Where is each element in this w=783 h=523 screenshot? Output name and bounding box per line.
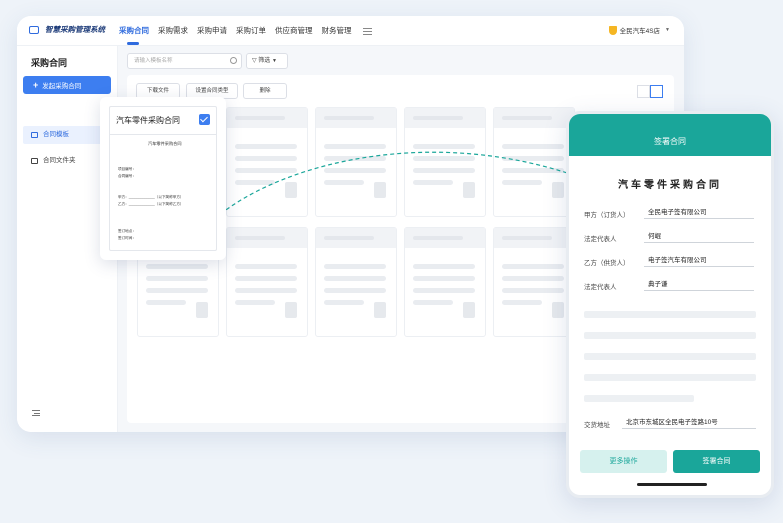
nav-item-finance[interactable]: 财务管理 bbox=[322, 16, 352, 46]
sidebar-item-label: 合同模板 bbox=[43, 131, 69, 138]
doc-line: 项目编号： bbox=[118, 167, 136, 171]
party-a-field: 甲方（订货人） 全民电子签有限公司 bbox=[584, 206, 754, 219]
nav-item-order[interactable]: 采购订单 bbox=[236, 16, 266, 46]
doc-line: 签订时间： bbox=[118, 236, 136, 240]
shield-icon bbox=[608, 25, 617, 35]
folder-icon bbox=[31, 158, 38, 164]
checkbox-checked-icon[interactable] bbox=[199, 114, 210, 125]
doc-line: 乙方：_____________（以下简称乙方） bbox=[118, 202, 184, 206]
field-value[interactable]: 全民电子签有限公司 bbox=[644, 206, 754, 219]
sidebar-title: 采购合同 bbox=[31, 58, 68, 68]
doc-line: 合同编号： bbox=[118, 174, 136, 178]
view-toggle bbox=[637, 85, 663, 98]
field-value[interactable]: 典子谦 bbox=[644, 278, 754, 291]
filter-icon: ▽ bbox=[252, 58, 257, 64]
template-card[interactable] bbox=[226, 227, 308, 337]
sidebar-item-label: 合同文件夹 bbox=[43, 157, 76, 164]
field-label: 甲方（订货人） bbox=[584, 212, 630, 219]
nav-item-contract[interactable]: 采购合同 bbox=[119, 16, 149, 46]
template-card[interactable] bbox=[315, 227, 397, 337]
address-field: 交货地址 北京市东城区全民电子签路10号 bbox=[584, 416, 756, 429]
field-value[interactable]: 电子签汽车有限公司 bbox=[644, 254, 754, 267]
app-name: 智慧采购管理系统 bbox=[45, 25, 105, 34]
nav-item-supplier[interactable]: 供应商管理 bbox=[275, 16, 313, 46]
field-value[interactable]: 何崐 bbox=[644, 230, 754, 243]
doc-line: 甲方：_____________（以下简称甲方） bbox=[118, 195, 184, 199]
nav-item-application[interactable]: 采购申请 bbox=[197, 16, 227, 46]
company-name: 全民汽车4S店 bbox=[619, 28, 661, 35]
mobile-sign-screen: 签署合同 汽车零件采购合同 甲方（订货人） 全民电子签有限公司 法定代表人 何崐… bbox=[566, 111, 774, 498]
collapse-icon[interactable] bbox=[32, 410, 40, 416]
filter-button[interactable]: ▽ 筛选 ▼ bbox=[246, 53, 288, 69]
sign-header: 签署合同 bbox=[569, 114, 771, 156]
template-card[interactable] bbox=[226, 107, 308, 217]
field-label: 法定代表人 bbox=[584, 284, 617, 291]
main-nav: 采购合同 采购需求 采购申请 采购订单 供应商管理 财务管理 bbox=[119, 16, 372, 46]
filter-label: 筛选 bbox=[258, 58, 271, 64]
field-label: 乙方（供货人） bbox=[584, 260, 630, 267]
doc-line: 签订地点： bbox=[118, 229, 136, 233]
field-label: 交货地址 bbox=[584, 422, 610, 429]
contract-title: 汽车零件采购合同 bbox=[618, 180, 722, 191]
nav-item-demand[interactable]: 采购需求 bbox=[158, 16, 188, 46]
sign-contract-button[interactable]: 签署合同 bbox=[673, 450, 760, 473]
search-placeholder: 请输入模板名称 bbox=[134, 58, 173, 64]
new-contract-button[interactable]: + 发起采购合同 bbox=[23, 76, 111, 94]
party-a-rep-field: 法定代表人 何崐 bbox=[584, 230, 754, 243]
menu-icon[interactable] bbox=[362, 27, 372, 35]
template-card[interactable] bbox=[404, 227, 486, 337]
grid-view-icon[interactable] bbox=[650, 85, 663, 98]
car-icon bbox=[29, 25, 39, 34]
list-view-icon[interactable] bbox=[637, 85, 650, 98]
home-indicator[interactable] bbox=[637, 483, 707, 486]
app-logo: 智慧采购管理系统 bbox=[29, 24, 105, 35]
selected-template-card[interactable]: 汽车零件采购合同 汽车零件采购合同 项目编号： 合同编号： 甲方：_______… bbox=[100, 97, 226, 260]
template-card[interactable] bbox=[493, 107, 575, 217]
doc-title: 汽车零件采购合同 bbox=[148, 141, 182, 146]
template-card[interactable] bbox=[404, 107, 486, 217]
chevron-down-icon: ▼ bbox=[665, 27, 670, 33]
field-value[interactable]: 北京市东城区全民电子签路10号 bbox=[622, 416, 756, 429]
chevron-down-icon: ▼ bbox=[271, 58, 277, 64]
search-icon[interactable] bbox=[230, 57, 237, 64]
top-bar: 智慧采购管理系统 采购合同 采购需求 采购申请 采购订单 供应商管理 财务管理 … bbox=[17, 16, 684, 46]
template-card[interactable] bbox=[493, 227, 575, 337]
template-title: 汽车零件采购合同 bbox=[116, 116, 180, 125]
party-b-rep-field: 法定代表人 典子谦 bbox=[584, 278, 754, 291]
field-label: 法定代表人 bbox=[584, 236, 617, 243]
new-contract-label: 发起采购合同 bbox=[42, 83, 82, 90]
template-card[interactable] bbox=[315, 107, 397, 217]
delete-button[interactable]: 删除 bbox=[243, 83, 287, 99]
company-switcher[interactable]: 全民汽车4S店 ▼ bbox=[608, 25, 670, 35]
template-icon bbox=[31, 132, 38, 138]
search-input[interactable]: 请输入模板名称 bbox=[127, 53, 242, 69]
more-actions-button[interactable]: 更多操作 bbox=[580, 450, 667, 473]
plus-icon: + bbox=[33, 80, 39, 90]
template-preview: 汽车零件采购合同 汽车零件采购合同 项目编号： 合同编号： 甲方：_______… bbox=[109, 106, 217, 251]
party-b-field: 乙方（供货人） 电子签汽车有限公司 bbox=[584, 254, 754, 267]
